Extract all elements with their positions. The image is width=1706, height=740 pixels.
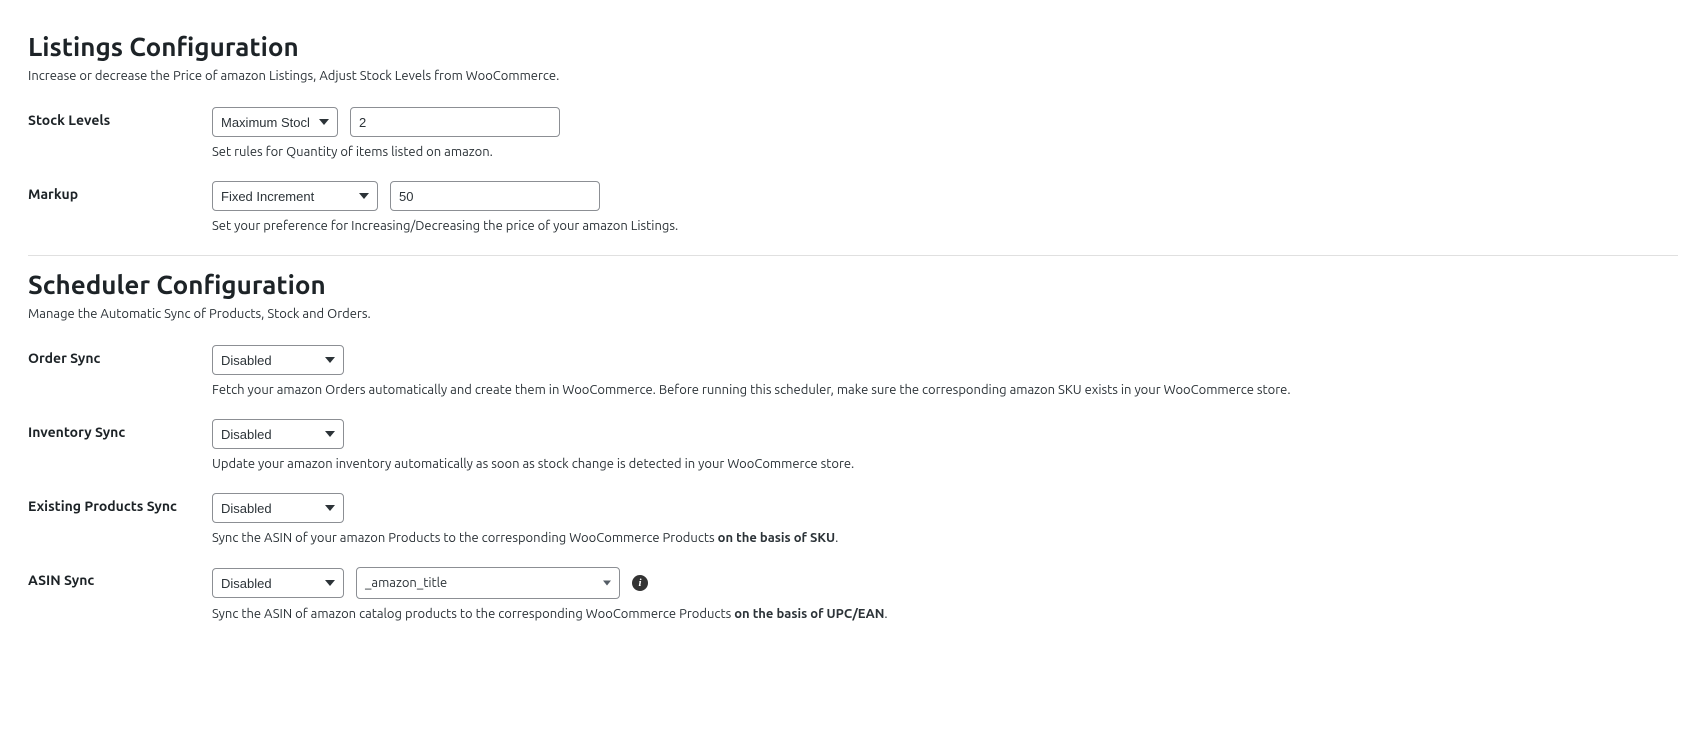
stock-levels-help: Set rules for Quantity of items listed o… (212, 145, 1678, 159)
info-icon[interactable]: i (632, 575, 648, 591)
asin-sync-field-select[interactable]: _amazon_title (356, 567, 620, 599)
existing-sync-help-post: . (835, 531, 838, 545)
inventory-sync-help: Update your amazon inventory automatical… (212, 457, 1678, 471)
existing-products-sync-help: Sync the ASIN of your amazon Products to… (212, 531, 1678, 545)
existing-sync-help-pre: Sync the ASIN of your amazon Products to… (212, 531, 718, 545)
listings-desc: Increase or decrease the Price of amazon… (28, 69, 1678, 83)
asin-sync-row: ASIN Sync Disabled _amazon_title i Sync … (28, 567, 1678, 621)
asin-sync-help-pre: Sync the ASIN of amazon catalog products… (212, 607, 734, 621)
section-divider (28, 255, 1678, 256)
markup-help: Set your preference for Increasing/Decre… (212, 219, 1678, 233)
order-sync-select[interactable]: Disabled (212, 345, 344, 375)
markup-row: Markup Fixed Increment Set your preferen… (28, 181, 1678, 233)
asin-sync-label: ASIN Sync (28, 567, 212, 588)
order-sync-help: Fetch your amazon Orders automatically a… (212, 383, 1678, 397)
stock-levels-row: Stock Levels Maximum Stock Set rules for… (28, 107, 1678, 159)
inventory-sync-label: Inventory Sync (28, 419, 212, 440)
existing-products-sync-label: Existing Products Sync (28, 493, 212, 514)
asin-sync-help: Sync the ASIN of amazon catalog products… (212, 607, 1678, 621)
chevron-down-icon (603, 581, 611, 586)
asin-sync-select[interactable]: Disabled (212, 568, 344, 598)
markup-select[interactable]: Fixed Increment (212, 181, 378, 211)
stock-levels-input[interactable] (350, 107, 560, 137)
inventory-sync-select[interactable]: Disabled (212, 419, 344, 449)
order-sync-row: Order Sync Disabled Fetch your amazon Or… (28, 345, 1678, 397)
asin-sync-help-bold: on the basis of UPC/EAN (734, 607, 884, 621)
existing-sync-help-bold: on the basis of SKU (718, 531, 836, 545)
scheduler-desc: Manage the Automatic Sync of Products, S… (28, 307, 1678, 321)
asin-sync-help-post: . (884, 607, 887, 621)
existing-products-sync-select[interactable]: Disabled (212, 493, 344, 523)
inventory-sync-row: Inventory Sync Disabled Update your amaz… (28, 419, 1678, 471)
markup-label: Markup (28, 181, 212, 202)
listings-title: Listings Configuration (28, 32, 1678, 61)
order-sync-label: Order Sync (28, 345, 212, 366)
existing-products-sync-row: Existing Products Sync Disabled Sync the… (28, 493, 1678, 545)
asin-sync-field-value: _amazon_title (365, 576, 447, 590)
stock-levels-label: Stock Levels (28, 107, 212, 128)
markup-input[interactable] (390, 181, 600, 211)
stock-levels-select[interactable]: Maximum Stock (212, 107, 338, 137)
scheduler-title: Scheduler Configuration (28, 270, 1678, 299)
